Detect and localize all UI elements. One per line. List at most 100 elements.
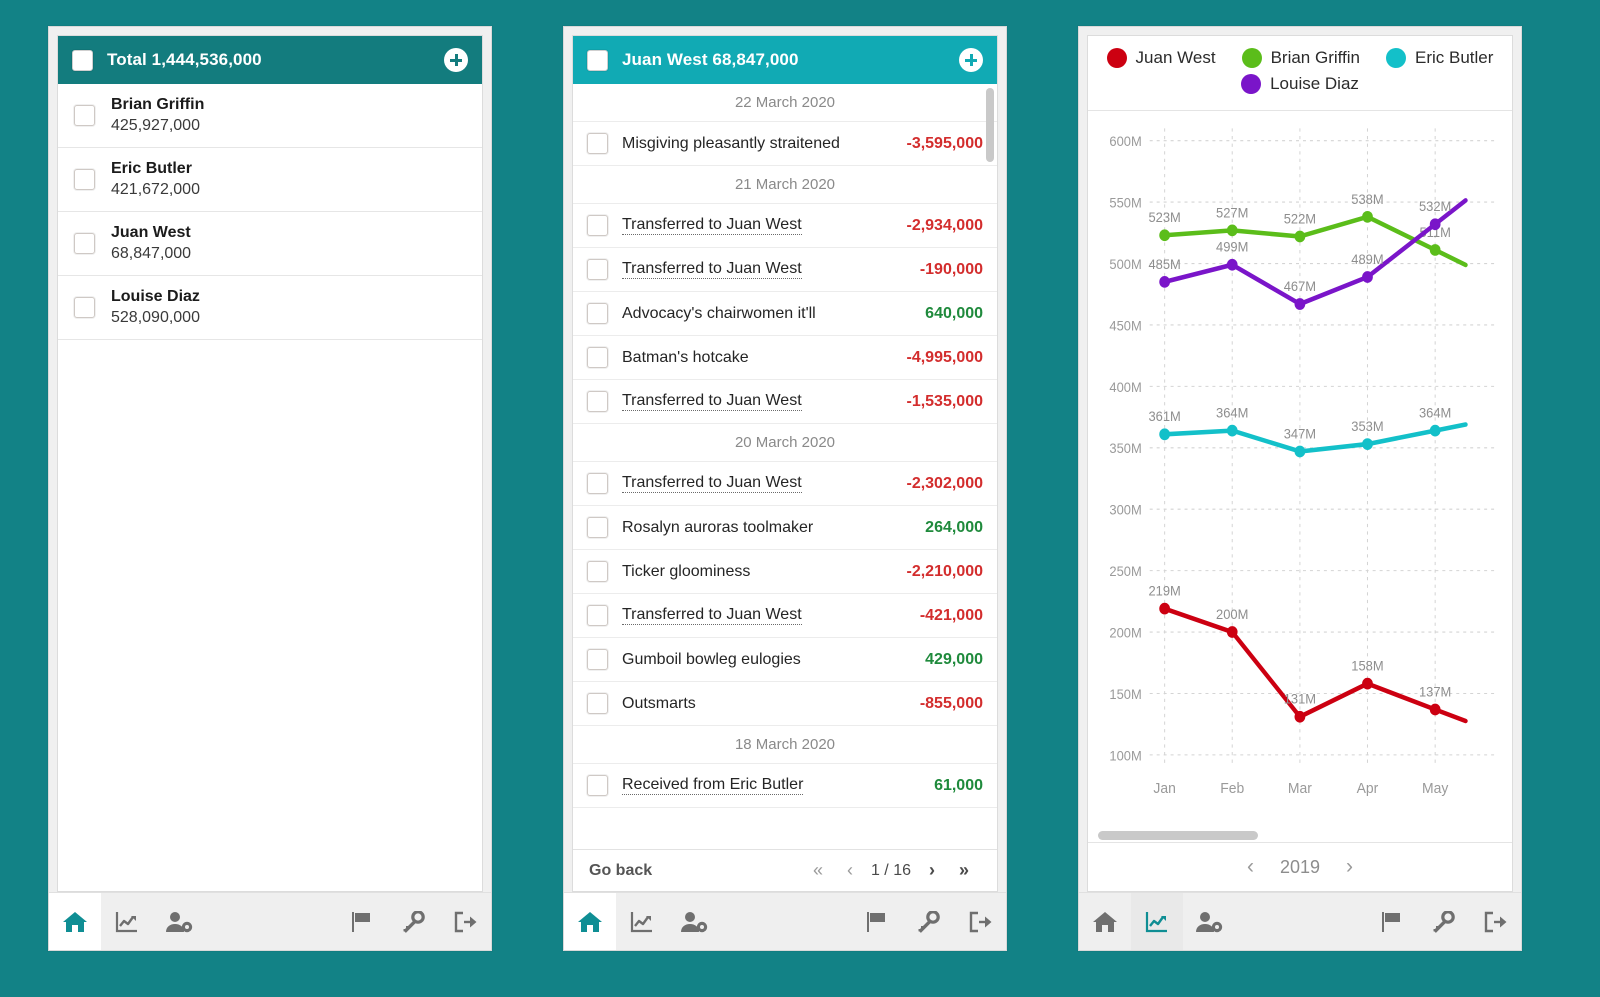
transaction-checkbox[interactable] — [587, 473, 608, 494]
transaction-checkbox[interactable] — [587, 561, 608, 582]
transaction-checkbox[interactable] — [587, 693, 608, 714]
nav-button-logout[interactable] — [439, 893, 491, 950]
transaction-row[interactable]: Transferred to Juan West -2,934,000 — [573, 204, 997, 248]
account-checkbox[interactable] — [74, 105, 95, 126]
nav-button-chart-line[interactable] — [101, 893, 153, 950]
account-checkbox[interactable] — [74, 297, 95, 318]
legend-color-dot — [1241, 74, 1262, 94]
transaction-row[interactable]: Misgiving pleasantly straitened -3,595,0… — [573, 122, 997, 166]
nav-button-chart-line[interactable] — [616, 893, 668, 950]
transaction-row[interactable]: Transferred to Juan West -421,000 — [573, 594, 997, 638]
nav-button-key[interactable] — [902, 893, 954, 950]
transaction-checkbox[interactable] — [587, 775, 608, 796]
account-row[interactable]: Brian Griffin 425,927,000 — [58, 84, 482, 148]
nav-button-home[interactable] — [564, 893, 616, 950]
chart-line-icon — [1144, 910, 1170, 934]
transactions-header: Juan West 68,847,000 — [573, 36, 997, 84]
nav-button-user-settings[interactable] — [668, 893, 720, 950]
transaction-row[interactable]: Batman's hotcake -4,995,000 — [573, 336, 997, 380]
nav-button-home[interactable] — [49, 893, 101, 950]
nav-button-home[interactable] — [1079, 893, 1131, 950]
transaction-row[interactable]: Rosalyn auroras toolmaker 264,000 — [573, 506, 997, 550]
user-settings-icon — [680, 910, 708, 934]
vertical-scrollbar[interactable] — [986, 88, 994, 162]
last-page-button[interactable]: » — [947, 860, 981, 881]
transaction-label: Misgiving pleasantly straitened — [622, 134, 840, 152]
nav-button-user-settings[interactable] — [153, 893, 205, 950]
plus-circle-icon[interactable] — [444, 48, 468, 72]
transaction-amount: 61,000 — [934, 776, 983, 794]
transaction-amount: -421,000 — [919, 606, 983, 624]
first-page-button[interactable]: « — [801, 860, 835, 881]
legend-item[interactable]: Juan West — [1106, 48, 1216, 68]
transaction-checkbox[interactable] — [587, 649, 608, 670]
svg-text:200M: 200M — [1216, 606, 1248, 622]
prev-year-button[interactable]: ‹ — [1247, 855, 1254, 879]
nav-button-user-settings[interactable] — [1183, 893, 1235, 950]
nav-button-flag[interactable] — [850, 893, 902, 950]
nav-button-logout[interactable] — [954, 893, 1006, 950]
nav-button-key[interactable] — [387, 893, 439, 950]
legend-item[interactable]: Eric Butler — [1386, 48, 1493, 68]
logout-icon — [1483, 911, 1507, 933]
transaction-row[interactable]: Received from Eric Butler 61,000 — [573, 764, 997, 808]
transaction-label[interactable]: Transferred to Juan West — [622, 606, 802, 625]
svg-text:489M: 489M — [1351, 251, 1383, 267]
key-icon — [916, 910, 940, 933]
account-row[interactable]: Louise Diaz 528,090,000 — [58, 276, 482, 340]
account-checkbox[interactable] — [74, 233, 95, 254]
prev-page-button[interactable]: ‹ — [835, 860, 865, 881]
nav-button-chart-line[interactable] — [1131, 893, 1183, 950]
select-all-checkbox[interactable] — [587, 49, 608, 71]
legend-item[interactable]: Louise Diaz — [1241, 74, 1359, 94]
transaction-row[interactable]: Transferred to Juan West -2,302,000 — [573, 462, 997, 506]
transaction-checkbox[interactable] — [587, 517, 608, 538]
transaction-label[interactable]: Transferred to Juan West — [622, 260, 802, 279]
svg-text:400M: 400M — [1109, 379, 1141, 395]
transaction-checkbox[interactable] — [587, 605, 608, 626]
home-icon — [62, 910, 88, 934]
plus-circle-icon[interactable] — [959, 48, 983, 72]
chart-line-icon — [114, 910, 140, 934]
transaction-label[interactable]: Transferred to Juan West — [622, 216, 802, 235]
svg-text:361M: 361M — [1148, 409, 1180, 425]
transaction-row[interactable]: Gumboil bowleg eulogies 429,000 — [573, 638, 997, 682]
svg-text:Feb: Feb — [1220, 781, 1244, 798]
transaction-row[interactable]: Outsmarts -855,000 — [573, 682, 997, 726]
svg-text:353M: 353M — [1351, 419, 1383, 435]
nav-button-flag[interactable] — [1365, 893, 1417, 950]
go-back-button[interactable]: Go back — [589, 862, 801, 880]
transaction-checkbox[interactable] — [587, 259, 608, 280]
nav-button-logout[interactable] — [1469, 893, 1521, 950]
transaction-label[interactable]: Transferred to Juan West — [622, 392, 802, 411]
transaction-checkbox[interactable] — [587, 215, 608, 236]
nav-button-key[interactable] — [1417, 893, 1469, 950]
transaction-checkbox[interactable] — [587, 303, 608, 324]
horizontal-scrollbar[interactable] — [1098, 831, 1258, 840]
transactions-account-title: Juan West 68,847,000 — [622, 50, 799, 69]
svg-text:250M: 250M — [1109, 564, 1141, 580]
transaction-row[interactable]: Ticker gloominess -2,210,000 — [573, 550, 997, 594]
transaction-amount: -190,000 — [919, 260, 983, 278]
transaction-row[interactable]: Advocacy's chairwomen it'll 640,000 — [573, 292, 997, 336]
transaction-checkbox[interactable] — [587, 347, 608, 368]
transaction-label[interactable]: Received from Eric Butler — [622, 776, 804, 795]
logout-icon — [453, 911, 477, 933]
transaction-checkbox[interactable] — [587, 133, 608, 154]
account-row[interactable]: Eric Butler 421,672,000 — [58, 148, 482, 212]
transaction-label[interactable]: Transferred to Juan West — [622, 474, 802, 493]
account-name: Louise Diaz — [111, 288, 200, 305]
transaction-row[interactable]: Transferred to Juan West -1,535,000 — [573, 380, 997, 424]
svg-text:500M: 500M — [1109, 256, 1141, 272]
next-page-button[interactable]: › — [917, 860, 947, 881]
transaction-checkbox[interactable] — [587, 391, 608, 412]
line-chart[interactable]: 100M 150M 200M 250M 300M 350M 400M 450M 500M 550M… — [1088, 111, 1512, 828]
svg-text:300M: 300M — [1109, 502, 1141, 518]
legend-item[interactable]: Brian Griffin — [1241, 48, 1360, 68]
transaction-row[interactable]: Transferred to Juan West -190,000 — [573, 248, 997, 292]
account-row[interactable]: Juan West 68,847,000 — [58, 212, 482, 276]
nav-button-flag[interactable] — [335, 893, 387, 950]
next-year-button[interactable]: › — [1346, 855, 1353, 879]
select-all-checkbox[interactable] — [72, 49, 93, 71]
account-checkbox[interactable] — [74, 169, 95, 190]
